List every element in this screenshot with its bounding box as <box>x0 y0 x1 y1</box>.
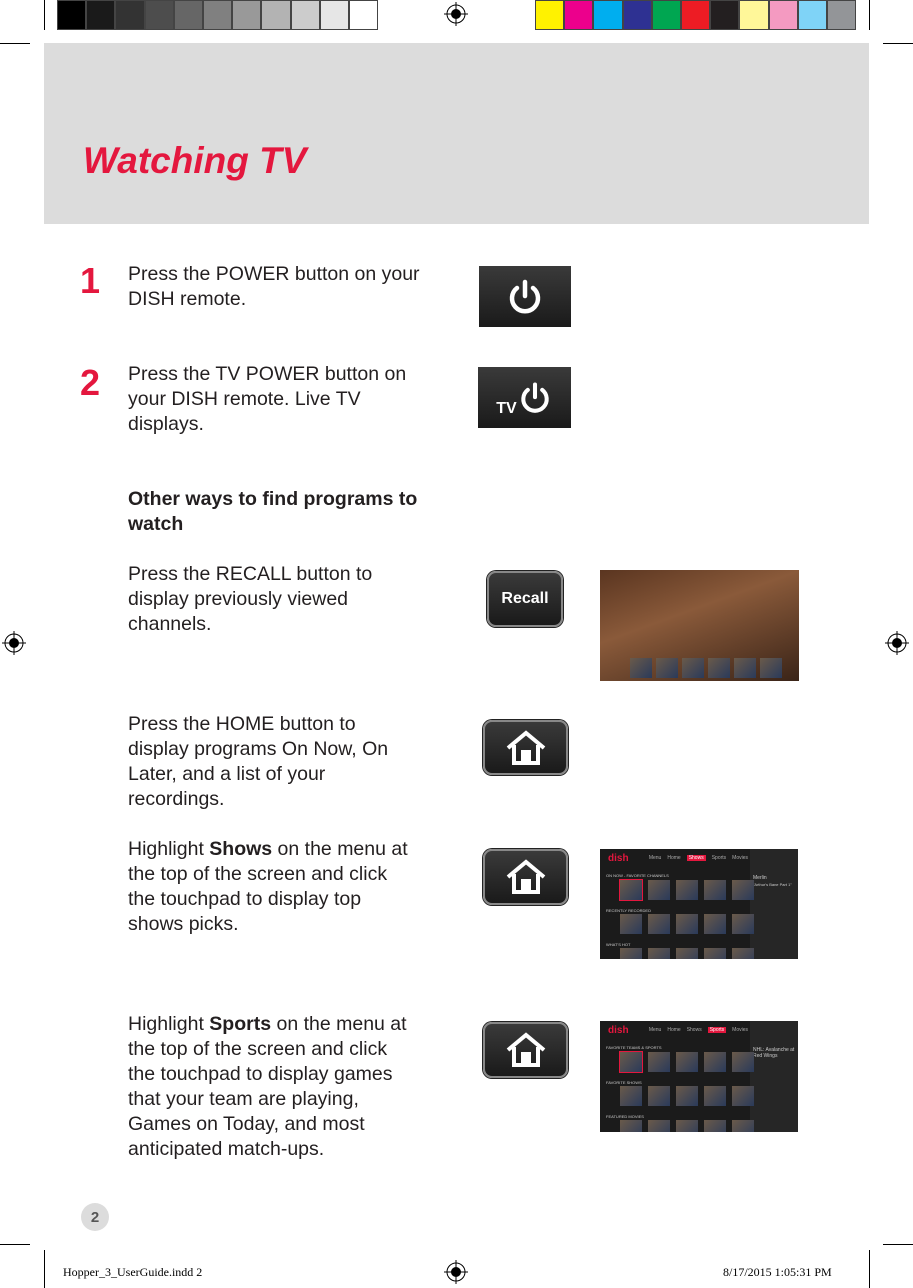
home-instruction: Press the HOME button to display program… <box>128 713 389 810</box>
recall-button-image: Recall <box>487 571 563 627</box>
page-title: Watching TV <box>83 140 307 181</box>
color-swatch <box>710 0 740 30</box>
section-heading: Other ways to find programs to watch <box>128 488 418 535</box>
color-swatch <box>681 0 711 30</box>
slug-filename: Hopper_3_UserGuide.indd 2 <box>63 1265 203 1279</box>
tv-power-button-image: TV <box>478 367 571 428</box>
color-swatch <box>768 0 798 30</box>
registration-mark-icon <box>444 2 468 26</box>
color-swatch <box>593 0 623 30</box>
page-header <box>44 43 869 224</box>
color-swatch <box>290 0 320 30</box>
registration-mark-icon <box>885 631 909 655</box>
home-button-image <box>483 720 568 775</box>
dish-logo: dish <box>608 1025 629 1036</box>
color-swatch <box>349 0 379 30</box>
crop-mark <box>0 1244 30 1245</box>
power-icon <box>509 279 541 313</box>
power-icon <box>521 381 549 413</box>
color-swatch <box>535 0 565 30</box>
color-swatch <box>173 0 203 30</box>
color-swatch <box>622 0 652 30</box>
color-swatch <box>261 0 291 30</box>
registration-mark-icon <box>2 631 26 655</box>
step-number: 2 <box>80 362 101 403</box>
crop-mark <box>44 1250 45 1288</box>
registration-mark-icon <box>444 1260 468 1284</box>
slug-timestamp: 8/17/2015 1:05:31 PM <box>723 1265 832 1279</box>
home-icon <box>506 1032 545 1067</box>
shows-screen-image: Merlin "Arthur's Bane Part 1" dish Menu Ho… <box>600 849 798 959</box>
recall-label: Recall <box>501 590 549 607</box>
crop-mark <box>869 0 870 30</box>
crop-mark <box>44 0 45 30</box>
color-swatch <box>232 0 262 30</box>
crop-mark <box>883 1244 913 1245</box>
step-text: Press the POWER button on your DISH remo… <box>128 263 420 310</box>
color-swatch <box>319 0 349 30</box>
crop-mark <box>869 1250 870 1288</box>
color-swatch <box>203 0 233 30</box>
color-swatch <box>57 0 87 30</box>
step-text: Press the TV POWER button on your DISH r… <box>128 363 407 435</box>
color-swatch <box>564 0 594 30</box>
color-swatch <box>827 0 857 30</box>
home-button-image <box>483 849 568 905</box>
tv-label: TV <box>496 399 517 417</box>
screen-menu: Menu Home Shows Sports Movies <box>648 855 748 861</box>
color-swatch <box>651 0 681 30</box>
color-swatch <box>144 0 174 30</box>
home-icon <box>506 859 545 894</box>
sports-instruction: Highlight Sports on the menu at the top … <box>128 1013 407 1160</box>
color-swatch <box>797 0 827 30</box>
power-button-image <box>479 266 571 327</box>
color-swatch <box>739 0 769 30</box>
crop-mark <box>883 43 913 44</box>
sports-screen-image: NHL: Avalanche at Red Wings dish Menu Hom… <box>600 1021 798 1132</box>
color-swatch <box>86 0 116 30</box>
home-button-image <box>483 1022 568 1078</box>
crop-mark <box>0 43 30 44</box>
home-icon <box>506 729 545 765</box>
page-number: 2 <box>81 1203 109 1231</box>
screen-menu: Menu Home Shows Sports Movies <box>648 1027 748 1033</box>
step-number: 1 <box>80 260 101 301</box>
color-swatch <box>115 0 145 30</box>
dish-logo: dish <box>608 853 629 864</box>
recall-screen-image <box>600 570 799 681</box>
recall-instruction: Press the RECALL button to display previ… <box>128 563 373 635</box>
shows-instruction: Highlight Shows on the menu at the top o… <box>128 838 408 935</box>
